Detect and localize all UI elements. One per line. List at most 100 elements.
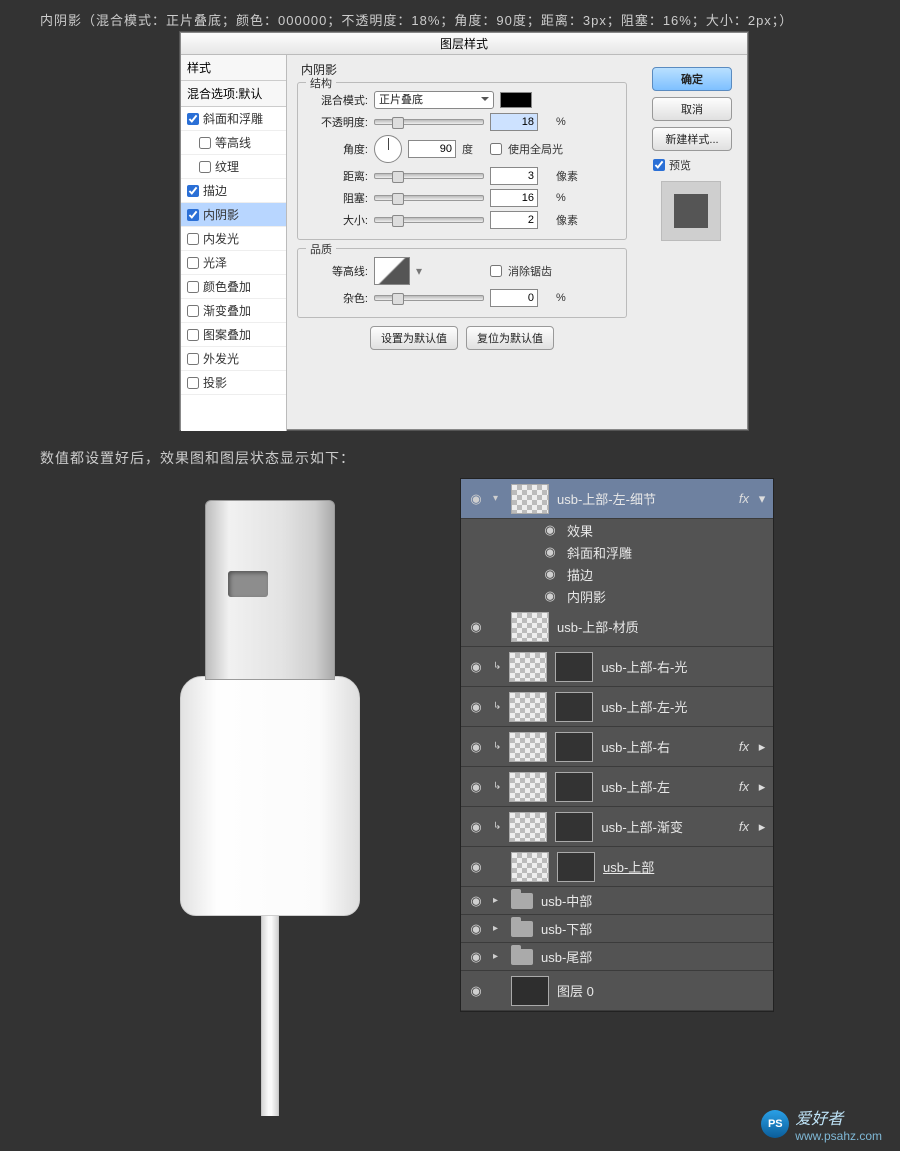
shadow-color-swatch[interactable] (500, 92, 532, 108)
fx-badge[interactable]: fx (739, 779, 749, 794)
chevron-down-icon[interactable]: ▾ (757, 491, 767, 507)
fx-badge[interactable]: fx (739, 819, 749, 834)
layer-thumb[interactable] (509, 732, 547, 762)
style-item-satin[interactable]: 光泽 (181, 251, 286, 275)
style-item-pattern-overlay[interactable]: 图案叠加 (181, 323, 286, 347)
mask-thumb[interactable] (555, 692, 593, 722)
expand-icon[interactable]: ▾ (493, 493, 503, 504)
global-light-checkbox[interactable] (490, 143, 502, 155)
checkbox-icon[interactable] (199, 161, 211, 173)
new-style-button[interactable]: 新建样式... (652, 127, 732, 151)
style-item-outer-glow[interactable]: 外发光 (181, 347, 286, 371)
style-item-bevel[interactable]: 斜面和浮雕 (181, 107, 286, 131)
style-item-texture[interactable]: 纹理 (181, 155, 286, 179)
layer-thumb[interactable] (511, 612, 549, 642)
checkbox-icon[interactable] (187, 209, 199, 221)
eye-icon[interactable]: ◉ (467, 491, 485, 507)
fx-item[interactable]: ◉斜面和浮雕 (461, 541, 773, 563)
checkbox-icon[interactable] (187, 257, 199, 269)
eye-icon[interactable]: ◉ (467, 819, 485, 835)
checkbox-icon[interactable] (187, 185, 199, 197)
eye-icon[interactable]: ◉ (541, 522, 559, 538)
checkbox-icon[interactable] (187, 329, 199, 341)
blend-mode-select[interactable]: 正片叠底 (374, 91, 494, 109)
style-item-inner-shadow[interactable]: 内阴影 (181, 203, 286, 227)
distance-slider[interactable] (374, 173, 484, 179)
antialias-checkbox[interactable] (490, 265, 502, 277)
eye-icon[interactable]: ◉ (467, 699, 485, 715)
chevron-right-icon[interactable]: ▸ (757, 779, 767, 795)
checkbox-icon[interactable] (187, 305, 199, 317)
fx-badge[interactable]: fx (739, 739, 749, 754)
layer-row-selected[interactable]: ◉ ▾ usb-上部-左-细节 fx ▾ (461, 479, 773, 519)
layer-row-linked[interactable]: ◉usb-上部 (461, 847, 773, 887)
preview-checkbox[interactable] (653, 159, 665, 171)
eye-icon[interactable]: ◉ (467, 983, 485, 999)
opacity-slider[interactable] (374, 119, 484, 125)
layer-thumb[interactable] (509, 692, 547, 722)
eye-icon[interactable]: ◉ (541, 566, 559, 582)
choke-slider[interactable] (374, 195, 484, 201)
style-item-gradient-overlay[interactable]: 渐变叠加 (181, 299, 286, 323)
size-input[interactable] (490, 211, 538, 229)
eye-icon[interactable]: ◉ (467, 893, 485, 909)
mask-thumb[interactable] (555, 772, 593, 802)
checkbox-icon[interactable] (187, 233, 199, 245)
angle-input[interactable] (408, 140, 456, 158)
cancel-button[interactable]: 取消 (652, 97, 732, 121)
expand-icon[interactable]: ▸ (493, 923, 503, 934)
layer-row[interactable]: ◉↳usb-上部-左-光 (461, 687, 773, 727)
layer-row[interactable]: ◉↳usb-上部-渐变fx▸ (461, 807, 773, 847)
checkbox-icon[interactable] (187, 353, 199, 365)
checkbox-icon[interactable] (187, 113, 199, 125)
ok-button[interactable]: 确定 (652, 67, 732, 91)
fx-item[interactable]: ◉内阴影 (461, 585, 773, 607)
style-item-inner-glow[interactable]: 内发光 (181, 227, 286, 251)
reset-default-button[interactable]: 复位为默认值 (466, 326, 554, 350)
eye-icon[interactable]: ◉ (467, 659, 485, 675)
layer-thumb[interactable] (509, 812, 547, 842)
size-slider[interactable] (374, 217, 484, 223)
style-item-color-overlay[interactable]: 颜色叠加 (181, 275, 286, 299)
mask-thumb[interactable] (555, 652, 593, 682)
mask-thumb[interactable] (557, 852, 595, 882)
eye-icon[interactable]: ◉ (541, 588, 559, 604)
layer-row[interactable]: ◉usb-上部-材质 (461, 607, 773, 647)
layer-thumb[interactable] (509, 652, 547, 682)
layer-thumb[interactable] (509, 772, 547, 802)
angle-dial[interactable] (374, 135, 402, 163)
style-item-contour[interactable]: 等高线 (181, 131, 286, 155)
layer-row-bg[interactable]: ◉图层 0 (461, 971, 773, 1011)
eye-icon[interactable]: ◉ (467, 859, 485, 875)
checkbox-icon[interactable] (187, 377, 199, 389)
layer-thumb[interactable] (511, 484, 549, 514)
set-default-button[interactable]: 设置为默认值 (370, 326, 458, 350)
expand-icon[interactable]: ▸ (493, 951, 503, 962)
eye-icon[interactable]: ◉ (467, 739, 485, 755)
style-item-drop-shadow[interactable]: 投影 (181, 371, 286, 395)
contour-picker[interactable] (374, 257, 410, 285)
layer-group[interactable]: ◉▸usb-中部 (461, 887, 773, 915)
distance-input[interactable] (490, 167, 538, 185)
checkbox-icon[interactable] (187, 281, 199, 293)
layer-thumb[interactable] (511, 976, 549, 1006)
style-item-stroke[interactable]: 描边 (181, 179, 286, 203)
eye-icon[interactable]: ◉ (467, 619, 485, 635)
fx-badge[interactable]: fx (739, 491, 749, 506)
eye-icon[interactable]: ◉ (467, 949, 485, 965)
layer-group[interactable]: ◉▸usb-尾部 (461, 943, 773, 971)
layer-row[interactable]: ◉↳usb-上部-左fx▸ (461, 767, 773, 807)
layer-row[interactable]: ◉↳usb-上部-右fx▸ (461, 727, 773, 767)
layer-row[interactable]: ◉↳usb-上部-右-光 (461, 647, 773, 687)
eye-icon[interactable]: ◉ (541, 544, 559, 560)
checkbox-icon[interactable] (199, 137, 211, 149)
opacity-input[interactable] (490, 113, 538, 131)
fx-header[interactable]: ◉效果 (461, 519, 773, 541)
expand-icon[interactable]: ▸ (493, 895, 503, 906)
noise-input[interactable] (490, 289, 538, 307)
noise-slider[interactable] (374, 295, 484, 301)
layer-group[interactable]: ◉▸usb-下部 (461, 915, 773, 943)
mask-thumb[interactable] (555, 812, 593, 842)
layer-thumb[interactable] (511, 852, 549, 882)
chevron-right-icon[interactable]: ▸ (757, 739, 767, 755)
